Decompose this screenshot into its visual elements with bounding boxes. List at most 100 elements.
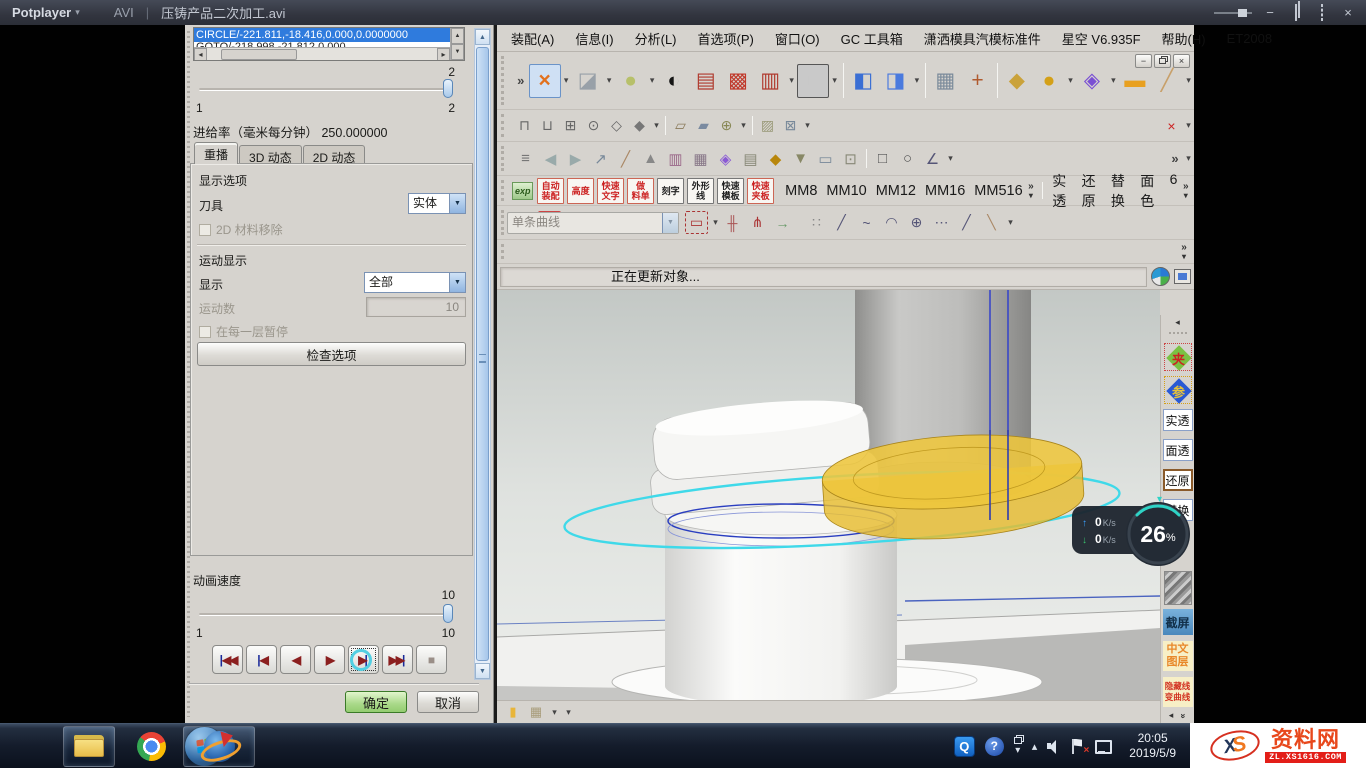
square-tool-icon[interactable]: □ — [870, 146, 895, 171]
tool-select[interactable]: 实体 ▼ — [408, 193, 466, 214]
angle-tool-icon[interactable]: ∠ — [920, 146, 945, 171]
caret-icon[interactable]: ▾ — [1065, 64, 1076, 98]
globe-icon[interactable]: ● — [615, 64, 647, 98]
menu-item[interactable]: 帮助(H) — [1162, 29, 1206, 48]
up-icon[interactable]: ↗ — [588, 146, 613, 171]
slash-icon[interactable]: ╱ — [955, 211, 978, 234]
menu-item[interactable]: 窗口(O) — [775, 29, 820, 48]
fence-icon[interactable]: ╫ — [721, 211, 744, 234]
chevron-down-icon[interactable]: ▼ — [449, 273, 465, 292]
mm-size-button[interactable]: MM16 — [925, 183, 965, 199]
scroll-right-icon[interactable]: ▸ — [437, 48, 450, 61]
restore-button[interactable] — [1288, 5, 1304, 20]
close-button[interactable]: × — [1340, 5, 1356, 20]
quick-clamp-button[interactable]: 快速 夹板 — [747, 178, 774, 204]
screenshot-button[interactable]: 截屏 — [1163, 609, 1193, 635]
engrave-button[interactable]: 刻字 — [657, 178, 684, 204]
speed-slider[interactable] — [199, 604, 453, 623]
caret-icon[interactable]: ▾ — [549, 703, 560, 721]
menu-item[interactable]: 潇洒模具汽模标准件 — [924, 29, 1041, 48]
listbox-hscrollbar[interactable]: ◂ ▸ — [194, 47, 450, 60]
taskbar-potplayer-button[interactable] — [183, 726, 255, 767]
volume-slider[interactable] — [1214, 12, 1252, 14]
cube-pin-icon[interactable]: ▤ — [690, 64, 722, 98]
snap-node-icon[interactable]: ◆ — [628, 114, 651, 137]
chevron-down-icon[interactable]: ▾ — [1182, 252, 1186, 261]
caret-icon[interactable]: ▾ — [1183, 114, 1194, 137]
display-part-icon[interactable]: ◪ — [572, 64, 604, 98]
caret-icon[interactable]: ▾ — [1005, 211, 1016, 234]
ruler-icon[interactable]: ▬ — [1119, 64, 1151, 98]
taskbar-clock[interactable]: 20:05 2019/5/9 — [1121, 731, 1184, 761]
menu-item[interactable]: 分析(L) — [635, 29, 677, 48]
slab2-icon[interactable]: ▭ — [813, 146, 838, 171]
caret-icon[interactable]: ▾ — [1108, 64, 1119, 98]
nav-sphere-icon[interactable] — [1151, 267, 1170, 286]
snap-quadrant-icon[interactable]: ◇ — [605, 114, 628, 137]
progress-slider[interactable] — [199, 79, 453, 98]
snap-intersection-icon[interactable]: ⊞ — [559, 114, 582, 137]
spin-down-icon[interactable]: ▼ — [451, 44, 464, 60]
check-options-button[interactable]: 检查选项 — [197, 342, 466, 366]
gem-icon[interactable]: ◆ — [763, 146, 788, 171]
separator[interactable] — [925, 63, 926, 97]
caret-icon[interactable]: ▾ — [786, 64, 797, 98]
rail-restore-button[interactable]: 还原 — [1163, 469, 1193, 491]
caret-icon[interactable]: ▾ — [561, 64, 572, 98]
view-mode-button[interactable]: 替换 — [1111, 171, 1130, 211]
tab[interactable]: 3D 动态 — [239, 145, 302, 164]
hscroll-thumb[interactable] — [221, 49, 297, 60]
overflow-chevron-icon[interactable]: » — [1028, 182, 1034, 191]
step-back-button[interactable]: | ◀ — [246, 645, 277, 674]
chinese-layer-button[interactable]: 中文 图层 — [1163, 641, 1193, 671]
texture-preview-icon[interactable] — [1164, 571, 1192, 605]
caret-icon[interactable]: ▾ — [710, 211, 721, 234]
target-icon[interactable]: ⊕ — [715, 114, 738, 137]
caret-icon[interactable]: ▾ — [1183, 64, 1194, 98]
spacer[interactable] — [956, 146, 1167, 171]
separator[interactable] — [843, 63, 844, 97]
boxed-dot-icon[interactable]: ⊡ — [838, 146, 863, 171]
taskbar-explorer-button[interactable] — [63, 726, 115, 767]
circle2-icon[interactable]: ⊕ — [905, 211, 928, 234]
auto-assemble-button[interactable]: 自动 装配 — [537, 178, 564, 204]
scroll-left-icon[interactable]: ◂ — [194, 48, 207, 61]
caret-icon[interactable]: ▾ — [651, 114, 662, 137]
go-to-start-button[interactable]: | ◀◀ — [212, 645, 243, 674]
rail-face-transparent-button[interactable]: 面透 — [1163, 439, 1193, 461]
menu-item[interactable]: ET2008 — [1227, 31, 1273, 46]
caret-icon[interactable]: ▾ — [829, 64, 840, 98]
part-icon[interactable]: ▮ — [503, 703, 523, 721]
chevron-down-icon[interactable]: ▾ — [1029, 191, 1033, 200]
back-icon[interactable]: ◀ — [538, 146, 563, 171]
down-tri-icon[interactable]: ▼ — [788, 146, 813, 171]
overflow-chevron-icon[interactable]: » — [1181, 243, 1187, 252]
make-bom-button[interactable]: 做 料单 — [627, 178, 654, 204]
view-mode-button[interactable]: 6 — [1170, 171, 1178, 211]
view-mode-button[interactable]: 面色 — [1140, 171, 1159, 211]
separator[interactable] — [752, 116, 753, 135]
tab[interactable]: 重播 — [194, 142, 238, 164]
menu-item[interactable]: 装配(A) — [511, 29, 554, 48]
hatch-icon[interactable]: ▨ — [756, 114, 779, 137]
go-to-end-button[interactable]: ▶▶ | — [382, 645, 413, 674]
view-mode-button[interactable]: 还原 — [1082, 171, 1101, 211]
mm-size-button[interactable]: MM8 — [785, 183, 817, 199]
mm-size-button[interactable]: MM516 — [974, 183, 1022, 199]
palette-icon[interactable]: ◈ — [1076, 64, 1108, 98]
clsf-listbox[interactable]: CIRCLE/-221.811,-18.416,0.000,0.0000000 … — [193, 27, 465, 61]
spin-up-icon[interactable]: ▲ — [451, 28, 464, 44]
snap-mid-icon[interactable]: ⊔ — [536, 114, 559, 137]
chevron-down-icon[interactable]: ▼ — [449, 194, 465, 213]
grip-icon[interactable]: ≡ — [513, 146, 538, 171]
menu-item[interactable]: 首选项(P) — [698, 29, 754, 48]
arc-icon[interactable]: ◠ — [880, 211, 903, 234]
caret-icon[interactable]: ▾ — [802, 114, 813, 137]
potplayer-menu[interactable]: Potplayer — [12, 5, 71, 20]
restore-button[interactable] — [1154, 54, 1171, 68]
speed-slider-thumb[interactable] — [443, 604, 453, 623]
play-button[interactable]: ▶ | — [348, 645, 379, 674]
toolbar-grip[interactable] — [1169, 332, 1187, 337]
action-center-flag-icon[interactable]: × — [1071, 739, 1085, 754]
rail-solid-transparent-button[interactable]: 实透 — [1163, 409, 1193, 431]
